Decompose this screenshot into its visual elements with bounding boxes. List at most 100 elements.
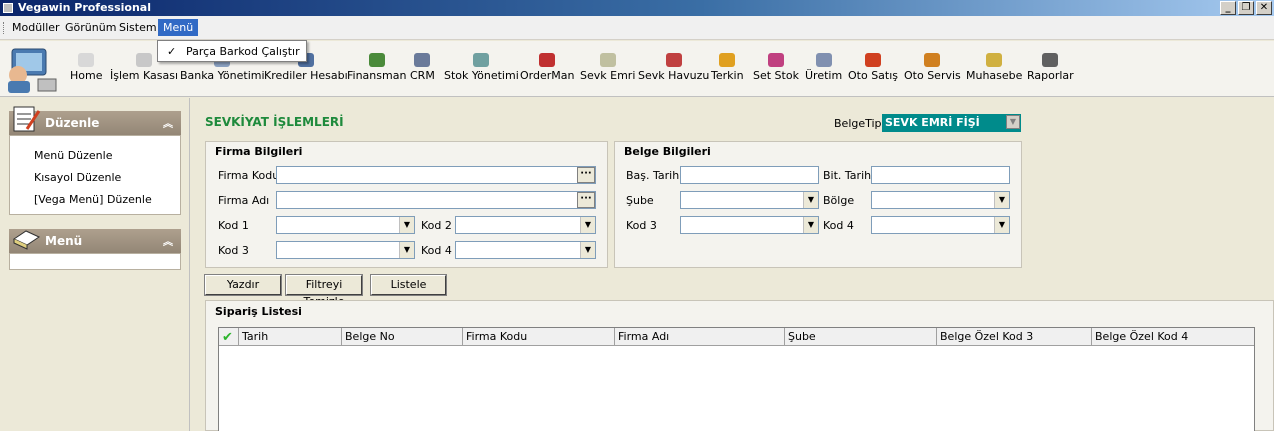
sube-label: Şube bbox=[626, 194, 654, 207]
firma-adi-lookup-button[interactable]: ··· bbox=[577, 192, 595, 208]
chevron-down-icon[interactable]: ▼ bbox=[1006, 115, 1020, 129]
kod2-select[interactable]: ▼ bbox=[455, 216, 596, 234]
chevron-down-icon[interactable]: ▼ bbox=[994, 217, 1009, 233]
bit-tarih-input[interactable] bbox=[871, 166, 1010, 184]
chevron-down-icon[interactable]: ▼ bbox=[399, 217, 414, 233]
dispatch-pool-icon bbox=[665, 53, 682, 67]
bolge-select[interactable]: ▼ bbox=[871, 191, 1010, 209]
col-tarih[interactable]: Tarih bbox=[238, 328, 341, 346]
set-stock-icon bbox=[767, 53, 784, 67]
restore-button[interactable]: ❐ bbox=[1238, 1, 1254, 15]
window-title: Vegawin Professional bbox=[18, 1, 151, 14]
toolbar-sevk-havuzu[interactable]: Sevk Havuzu bbox=[638, 53, 709, 82]
collapse-icon[interactable]: ︽ bbox=[163, 233, 173, 248]
main-content: SEVKİYAT İŞLEMLERİ BelgeTipi SEVK EMRİ F… bbox=[191, 98, 1274, 431]
firma-bilgileri-group: Firma Bilgileri Firma Kodu ··· Firma Adı… bbox=[205, 141, 608, 268]
col-firma-adi[interactable]: Firma Adı bbox=[614, 328, 784, 346]
chevron-down-icon[interactable]: ▼ bbox=[580, 217, 595, 233]
minimize-button[interactable]: _ bbox=[1220, 1, 1236, 15]
toolbar-uretim[interactable]: Üretim bbox=[805, 53, 842, 82]
siparis-grid[interactable]: ✔ Tarih Belge No Firma Kodu Firma Adı Şu… bbox=[218, 327, 1255, 431]
firma-adi-label: Firma Adı bbox=[218, 194, 270, 207]
bas-tarih-input[interactable] bbox=[680, 166, 819, 184]
firma-bilgileri-title: Firma Bilgileri bbox=[215, 145, 303, 158]
col-belge-ozel-kod-4[interactable]: Belge Özel Kod 4 bbox=[1091, 328, 1254, 346]
menu-moduller[interactable]: Modüller bbox=[12, 21, 60, 34]
belge-bilgileri-group: Belge Bilgileri Baş. Tarih Bit. Tarih Şu… bbox=[614, 141, 1022, 268]
col-sube[interactable]: Şube bbox=[784, 328, 936, 346]
menu-duzenle-link[interactable]: Menü Düzenle bbox=[34, 149, 112, 162]
firma-adi-input[interactable] bbox=[276, 191, 596, 209]
kod4-select[interactable]: ▼ bbox=[455, 241, 596, 259]
close-button[interactable]: ✕ bbox=[1256, 1, 1272, 15]
listele-button[interactable]: Listele bbox=[370, 274, 447, 296]
toolbar-terkin[interactable]: Terkin bbox=[711, 53, 744, 82]
crm-icon bbox=[414, 53, 431, 67]
col-firma-kodu[interactable]: Firma Kodu bbox=[462, 328, 614, 346]
reports-icon bbox=[1042, 53, 1059, 67]
duzenle-section-body: Menü Düzenle Kısayol Düzenle [Vega Menü]… bbox=[9, 135, 181, 215]
app-icon bbox=[3, 3, 13, 13]
sube-select[interactable]: ▼ bbox=[680, 191, 819, 209]
chevron-down-icon[interactable]: ▼ bbox=[994, 192, 1009, 208]
menu-menu[interactable]: Menü bbox=[158, 19, 199, 36]
toolbar-set-stok[interactable]: Set Stok bbox=[753, 53, 799, 82]
col-belge-ozel-kod-3[interactable]: Belge Özel Kod 3 bbox=[936, 328, 1091, 346]
firma-kodu-lookup-button[interactable]: ··· bbox=[577, 167, 595, 183]
cash-register-icon bbox=[136, 53, 153, 67]
grid-header: ✔ Tarih Belge No Firma Kodu Firma Adı Şu… bbox=[219, 328, 1254, 346]
menu-section-title: Menü bbox=[45, 234, 83, 248]
toolbar-finansman[interactable]: Finansman bbox=[347, 53, 406, 82]
kod2-label: Kod 2 bbox=[421, 219, 452, 232]
window-controls: _ ❐ ✕ bbox=[1220, 1, 1272, 15]
menu-bar: Modüller Görünüm Sistem Menü bbox=[0, 16, 1274, 40]
toolbar-muhasebe[interactable]: Muhasebe bbox=[966, 53, 1022, 82]
vega-logo-icon bbox=[8, 48, 57, 93]
toolbar-crm[interactable]: CRM bbox=[410, 53, 435, 82]
production-icon bbox=[815, 53, 832, 67]
select-all-check-icon[interactable]: ✔ bbox=[222, 330, 233, 345]
left-panel: Düzenle ︽ Menü Düzenle Kısayol Düzenle [… bbox=[0, 98, 190, 431]
home-icon bbox=[78, 53, 95, 67]
menu-section-body bbox=[9, 253, 181, 270]
vega-menu-duzenle-link[interactable]: [Vega Menü] Düzenle bbox=[34, 193, 152, 206]
menu-section-header[interactable]: Menü ︽ bbox=[9, 229, 181, 253]
toolbar-home[interactable]: Home bbox=[70, 53, 102, 82]
toolbar-orderman[interactable]: OrderMan bbox=[520, 53, 574, 82]
toolbar-oto-servis[interactable]: Oto Servis bbox=[904, 53, 961, 82]
chevron-down-icon[interactable]: ▼ bbox=[803, 217, 818, 233]
belge-kod3-select[interactable]: ▼ bbox=[680, 216, 819, 234]
bas-tarih-label: Baş. Tarih bbox=[626, 169, 680, 182]
car-service-icon bbox=[924, 53, 941, 67]
yazdir-button[interactable]: Yazdır bbox=[204, 274, 282, 296]
belge-kod4-select[interactable]: ▼ bbox=[871, 216, 1010, 234]
toolbar-sevk-emri[interactable]: Sevk Emri bbox=[580, 53, 635, 82]
toolbar-oto-satis[interactable]: Oto Satış bbox=[848, 53, 898, 82]
menu-gorunum[interactable]: Görünüm bbox=[65, 21, 116, 34]
firma-kodu-label: Firma Kodu bbox=[218, 169, 280, 182]
book-icon bbox=[12, 230, 41, 250]
toolbar-stok-yonetimi[interactable]: Stok Yönetimi bbox=[444, 53, 519, 82]
duzenle-section-header[interactable]: Düzenle ︽ bbox=[9, 106, 181, 135]
belge-tipi-select[interactable]: SEVK EMRİ FİŞİ ▼ bbox=[882, 114, 1021, 132]
kod3-select[interactable]: ▼ bbox=[276, 241, 415, 259]
kod1-label: Kod 1 bbox=[218, 219, 249, 232]
belge-bilgileri-title: Belge Bilgileri bbox=[624, 145, 711, 158]
kisayol-duzenle-link[interactable]: Kısayol Düzenle bbox=[34, 171, 121, 184]
terkin-icon bbox=[719, 53, 736, 67]
chevron-down-icon[interactable]: ▼ bbox=[399, 242, 414, 258]
chevron-down-icon[interactable]: ▼ bbox=[580, 242, 595, 258]
menu-sistem[interactable]: Sistem bbox=[119, 21, 157, 34]
menu-dropdown: ✓ Parça Barkod Çalıştır bbox=[157, 40, 307, 62]
col-belge-no[interactable]: Belge No bbox=[341, 328, 462, 346]
filtreyi-temizle-button[interactable]: Filtreyi Temizle bbox=[285, 274, 363, 308]
toolbar-raporlar[interactable]: Raporlar bbox=[1027, 53, 1074, 82]
menubar-grip[interactable] bbox=[3, 22, 5, 34]
collapse-icon[interactable]: ︽ bbox=[163, 115, 173, 130]
belge-tipi-label: BelgeTipi bbox=[834, 117, 885, 130]
chevron-down-icon[interactable]: ▼ bbox=[803, 192, 818, 208]
bolge-label: Bölge bbox=[823, 194, 855, 207]
kod1-select[interactable]: ▼ bbox=[276, 216, 415, 234]
firma-kodu-input[interactable] bbox=[276, 166, 596, 184]
parca-barkod-menu-item[interactable]: Parça Barkod Çalıştır bbox=[186, 45, 300, 58]
